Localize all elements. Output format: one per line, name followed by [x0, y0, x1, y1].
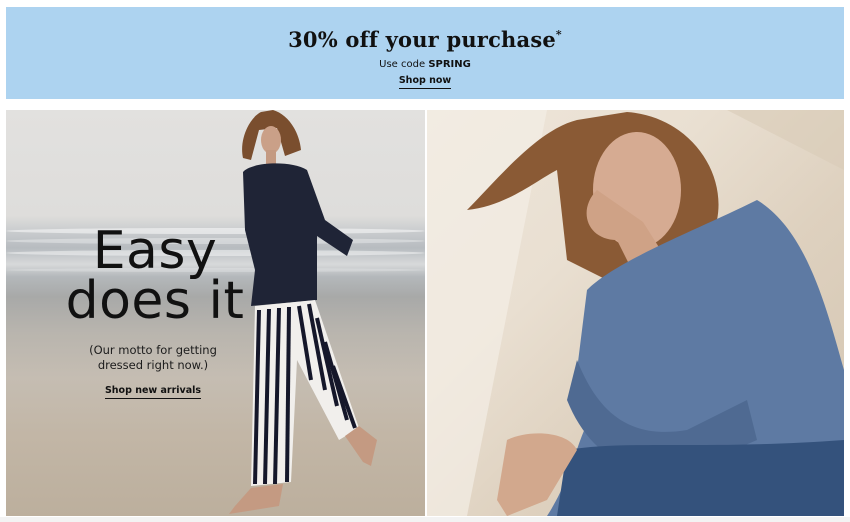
hero-link-wrapper: Shop new arrivals [68, 385, 238, 399]
promo-code-text: Use code SPRING [379, 59, 471, 70]
hero-subtitle: (Our motto for getting dressed right now… [68, 343, 238, 373]
promo-shop-now: Shop now [6, 75, 844, 89]
shop-now-link[interactable]: Shop now [398, 75, 452, 89]
hero-image-portrait[interactable] [427, 110, 844, 516]
hero-subtitle-line: dressed right now.) [97, 358, 209, 372]
hero-subtitle-line: (Our motto for getting [89, 343, 217, 357]
hero-title-line: Easy [92, 221, 218, 281]
shop-new-arrivals-link[interactable]: Shop new arrivals [104, 385, 202, 399]
page: 30% off your purchase* Use code SPRING S… [0, 0, 850, 522]
promo-code: SPRING [428, 59, 471, 70]
hero-title-line: does it [65, 271, 245, 331]
woman-portrait-figure [427, 110, 844, 516]
bottom-divider [0, 517, 850, 522]
promo-banner[interactable]: 30% off your purchase* Use code SPRING S… [6, 7, 844, 99]
hero-image-beach[interactable]: Easy does it (Our motto for getting dres… [6, 110, 425, 516]
promo-headline: 30% off your purchase* [288, 27, 562, 52]
hero-title: Easy does it [50, 221, 260, 331]
